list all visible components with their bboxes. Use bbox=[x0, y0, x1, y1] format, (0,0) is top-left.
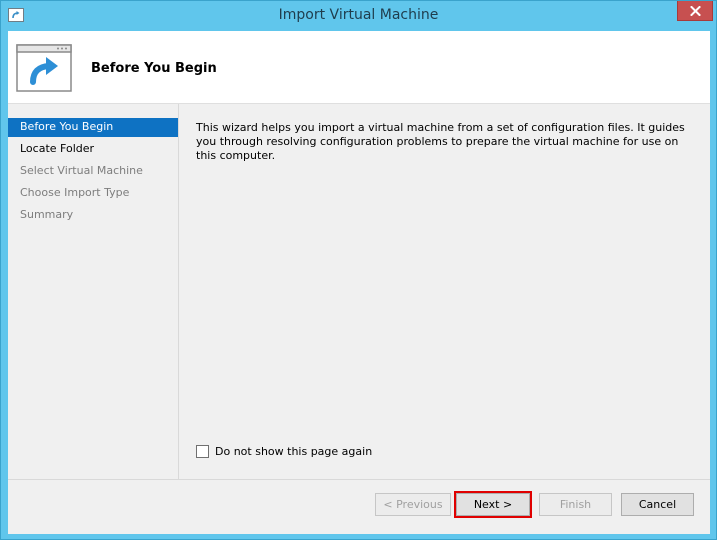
previous-button[interactable]: < Previous bbox=[375, 493, 451, 516]
next-button[interactable]: Next > bbox=[454, 491, 532, 518]
dont-show-again-row[interactable]: Do not show this page again bbox=[196, 443, 372, 459]
cancel-button[interactable]: Cancel bbox=[621, 493, 694, 516]
footer-divider bbox=[8, 479, 710, 480]
import-arrow-icon bbox=[16, 44, 72, 92]
finish-button[interactable]: Finish bbox=[539, 493, 612, 516]
wizard-description: This wizard helps you import a virtual m… bbox=[196, 121, 685, 162]
window-title: Import Virtual Machine bbox=[278, 7, 439, 23]
dont-show-again-label[interactable]: Do not show this page again bbox=[215, 445, 372, 458]
wizard-header: Before You Begin bbox=[8, 31, 710, 104]
dont-show-again-checkbox[interactable] bbox=[196, 444, 209, 458]
nav-item-select-virtual-machine: Select Virtual Machine bbox=[20, 164, 143, 177]
title-bar[interactable]: Import Virtual Machine bbox=[1, 1, 716, 31]
close-icon bbox=[689, 5, 701, 16]
wizard-client-area: Before You Begin Before You Begin Locate… bbox=[8, 31, 710, 534]
nav-item-summary: Summary bbox=[20, 208, 74, 221]
nav-item-before-you-begin[interactable]: Before You Begin bbox=[8, 118, 178, 137]
nav-item-choose-import-type: Choose Import Type bbox=[20, 186, 130, 199]
nav-item-locate-folder[interactable]: Locate Folder bbox=[8, 140, 178, 159]
page-title: Before You Begin bbox=[91, 61, 217, 76]
wizard-window: Import Virtual Machine Before You Begin … bbox=[0, 0, 717, 540]
close-button[interactable] bbox=[677, 1, 713, 21]
wizard-steps-nav: Before You Begin Locate Folder Select Vi… bbox=[8, 104, 179, 479]
